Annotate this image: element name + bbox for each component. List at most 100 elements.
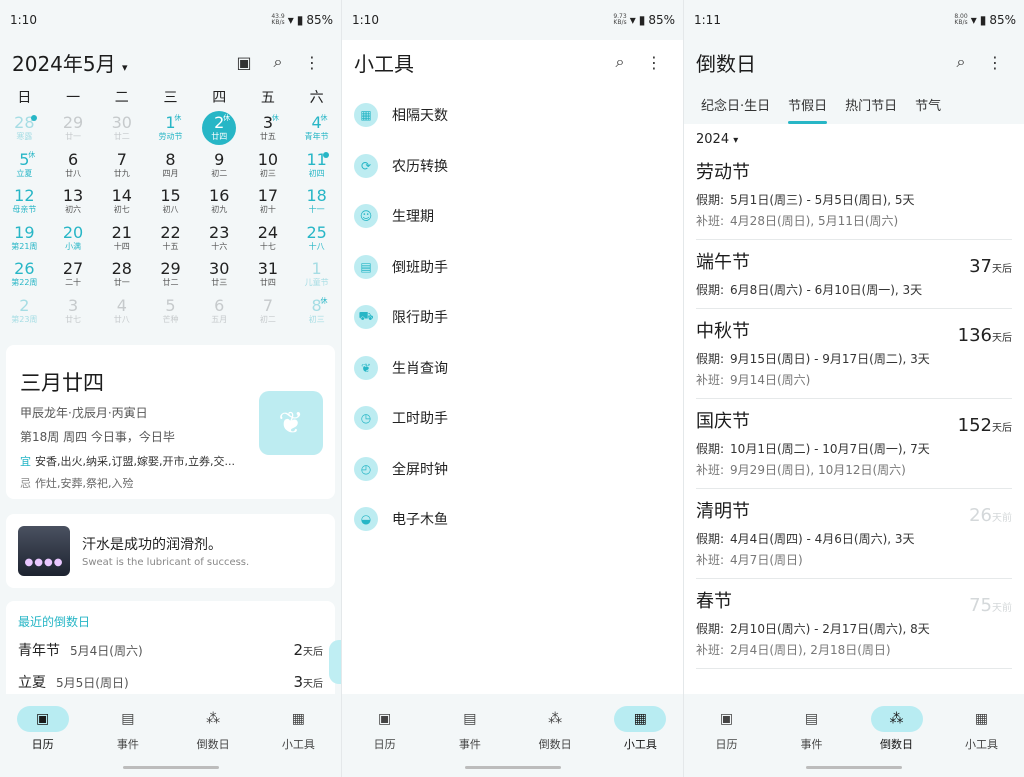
- day-cell[interactable]: 25 十八: [292, 220, 341, 257]
- nav-item-2[interactable]: ⁂ 倒数日: [513, 698, 598, 760]
- holiday-item[interactable]: 国庆节 152天后 假期: 10月1日(周二) - 10月7日(周一), 7天 补班: 9…: [696, 399, 1012, 489]
- lunar-day: 劳动节: [158, 132, 183, 141]
- day-cell[interactable]: 20 小满: [49, 220, 98, 257]
- day-cell[interactable]: 6 五月: [195, 293, 244, 330]
- today-calendar-icon[interactable]: ▣: [227, 45, 261, 79]
- tool-label: 电子木鱼: [392, 512, 448, 529]
- nav-item-0[interactable]: ▣ 日历: [684, 698, 769, 760]
- nav-item-2[interactable]: ⁂ 倒数日: [854, 698, 939, 760]
- nav-label: 事件: [800, 738, 823, 751]
- day-cell[interactable]: 9 初二: [195, 147, 244, 184]
- day-cell[interactable]: 29 廿一: [49, 110, 98, 147]
- day-cell[interactable]: 16 初九: [195, 183, 244, 220]
- day-number: 12: [14, 186, 35, 205]
- tab-2[interactable]: 热门节日: [836, 84, 906, 124]
- nav-label: 小工具: [281, 738, 315, 751]
- ji-row: 忌作灶,安葬,祭祀,入殓: [20, 477, 134, 490]
- holiday-item[interactable]: 春节 75天前 假期: 2月10日(周六) - 2月17日(周六), 8天 补班: 2月4…: [696, 579, 1012, 669]
- month-selector[interactable]: 2024年5月 ▾: [12, 48, 227, 77]
- day-cell[interactable]: 17 初十: [244, 183, 293, 220]
- tool-item[interactable]: ⟳ 农历转换: [342, 141, 683, 192]
- year-selector[interactable]: 2024 ▾: [696, 132, 738, 147]
- tab-1[interactable]: 节假日: [779, 84, 836, 124]
- lunar-day: 十五: [162, 241, 179, 251]
- countdown-nav-icon: ⁂: [870, 706, 923, 732]
- day-cell[interactable]: 31 廿四: [244, 256, 293, 293]
- day-cell[interactable]: 7 廿九: [97, 147, 146, 184]
- bottom-navigation: ▣ 日历 ▤ 事件 ⁂ 倒数日 ▦ 小工具: [684, 694, 1024, 777]
- day-cell[interactable]: 26 第22周: [0, 256, 49, 293]
- nav-item-2[interactable]: ⁂ 倒数日: [171, 698, 256, 760]
- nav-item-1[interactable]: ▤ 事件: [769, 698, 854, 760]
- nav-item-3[interactable]: ▦ 小工具: [598, 698, 683, 760]
- tool-item[interactable]: ▤ 倒班助手: [342, 242, 683, 293]
- day-cell[interactable]: 21 十四: [97, 220, 146, 257]
- search-icon[interactable]: ⌕: [261, 45, 295, 79]
- tool-item[interactable]: ◒ 电子木鱼: [342, 494, 683, 545]
- lunar-info-card[interactable]: 三月廿四 甲辰龙年·戊辰月·丙寅日 第18周 周四 今日事，今日毕 宜安香,出火…: [6, 345, 335, 499]
- nav-item-3[interactable]: ▦ 小工具: [256, 698, 341, 760]
- zodiac-icon: ❦: [354, 355, 378, 380]
- quote-card[interactable]: ●●●● 汗水是成功的润滑剂。 Sweat is the lubricant o…: [6, 514, 335, 588]
- holiday-name: 劳动节: [696, 162, 750, 183]
- day-cell[interactable]: 8 四月: [146, 147, 195, 184]
- day-cell[interactable]: 15 初八: [146, 183, 195, 220]
- day-cell[interactable]: 30 廿二: [97, 110, 146, 147]
- holiday-item[interactable]: 端午节 37天后 假期: 6月8日(周六) - 6月10日(周一), 3天: [696, 240, 1012, 309]
- tool-item[interactable]: ◴ 全屏时钟: [342, 444, 683, 495]
- holiday-item[interactable]: 劳动节 假期: 5月1日(周三) - 5月5日(周日), 5天 补班: 4月28日(周日…: [696, 150, 1012, 240]
- day-cell-today[interactable]: 2 廿四休: [195, 110, 244, 147]
- tool-item[interactable]: ◷ 工时助手: [342, 393, 683, 444]
- nav-item-1[interactable]: ▤ 事件: [85, 698, 170, 760]
- day-cell[interactable]: 30 廿三: [195, 256, 244, 293]
- day-cell[interactable]: 28 寒露: [0, 110, 49, 147]
- more-menu-icon[interactable]: ⋮: [637, 45, 671, 79]
- more-menu-icon[interactable]: ⋮: [295, 45, 329, 79]
- holiday-item[interactable]: 中秋节 136天后 假期: 9月15日(周日) - 9月17日(周二), 3天 补班: 9…: [696, 309, 1012, 399]
- day-cell[interactable]: 14 初七: [97, 183, 146, 220]
- day-cell[interactable]: 5 立夏休: [0, 147, 49, 184]
- nav-item-1[interactable]: ▤ 事件: [427, 698, 512, 760]
- search-icon[interactable]: ⌕: [944, 45, 978, 79]
- day-cell[interactable]: 6 廿八: [49, 147, 98, 184]
- tools-screen: 1:10 9.73 KB/s ▾ ▮ 85% 小工具 ⌕ ⋮ ▦ 相隔天数 ⟳ 农历转换…: [342, 0, 683, 777]
- day-cell[interactable]: 5 芒种: [146, 293, 195, 330]
- nav-item-3[interactable]: ▦ 小工具: [939, 698, 1024, 760]
- day-cell[interactable]: 27 二十: [49, 256, 98, 293]
- day-cell[interactable]: 24 十七: [244, 220, 293, 257]
- day-cell[interactable]: 19 第21周: [0, 220, 49, 257]
- day-cell[interactable]: 1 儿童节: [292, 256, 341, 293]
- nav-item-0[interactable]: ▣ 日历: [342, 698, 427, 760]
- day-cell[interactable]: 4 青年节休: [292, 110, 341, 147]
- tool-item[interactable]: ☺ 生理期: [342, 191, 683, 242]
- day-cell[interactable]: 23 十六: [195, 220, 244, 257]
- tools-nav-icon: ▦: [974, 711, 989, 727]
- day-cell[interactable]: 12 母亲节: [0, 183, 49, 220]
- day-cell[interactable]: 7 初二: [244, 293, 293, 330]
- tool-item[interactable]: ⛟ 限行助手: [342, 292, 683, 343]
- day-cell[interactable]: 1 劳动节休: [146, 110, 195, 147]
- day-cell[interactable]: 22 十五: [146, 220, 195, 257]
- tool-item[interactable]: ▦ 相隔天数: [342, 90, 683, 141]
- countdown-row[interactable]: 青年节 5月4日(周六) 2 天后: [18, 640, 323, 672]
- floating-button-edge[interactable]: [329, 640, 341, 684]
- day-cell[interactable]: 4 廿八: [97, 293, 146, 330]
- tab-0[interactable]: 纪念日·生日: [692, 84, 779, 124]
- day-cell[interactable]: 3 廿七: [49, 293, 98, 330]
- holiday-item[interactable]: 清明节 26天前 假期: 4月4日(周四) - 4月6日(周六), 3天 补班: 4月7日…: [696, 489, 1012, 579]
- day-cell[interactable]: 10 初三: [244, 147, 293, 184]
- day-cell[interactable]: 8 初三休: [292, 293, 341, 330]
- day-cell[interactable]: 13 初六: [49, 183, 98, 220]
- day-cell[interactable]: 3 廿五休: [244, 110, 293, 147]
- tab-3[interactable]: 节气: [906, 84, 950, 124]
- app-bar: 2024年5月 ▾ ▣ ⌕ ⋮: [0, 40, 341, 84]
- nav-item-0[interactable]: ▣ 日历: [0, 698, 85, 760]
- day-cell[interactable]: 11 初四: [292, 147, 341, 184]
- more-menu-icon[interactable]: ⋮: [978, 45, 1012, 79]
- tool-item[interactable]: ❦ 生肖查询: [342, 343, 683, 394]
- search-icon[interactable]: ⌕: [603, 45, 637, 79]
- day-cell[interactable]: 29 廿二: [146, 256, 195, 293]
- day-cell[interactable]: 18 十一: [292, 183, 341, 220]
- day-cell[interactable]: 2 第23周: [0, 293, 49, 330]
- day-cell[interactable]: 28 廿一: [97, 256, 146, 293]
